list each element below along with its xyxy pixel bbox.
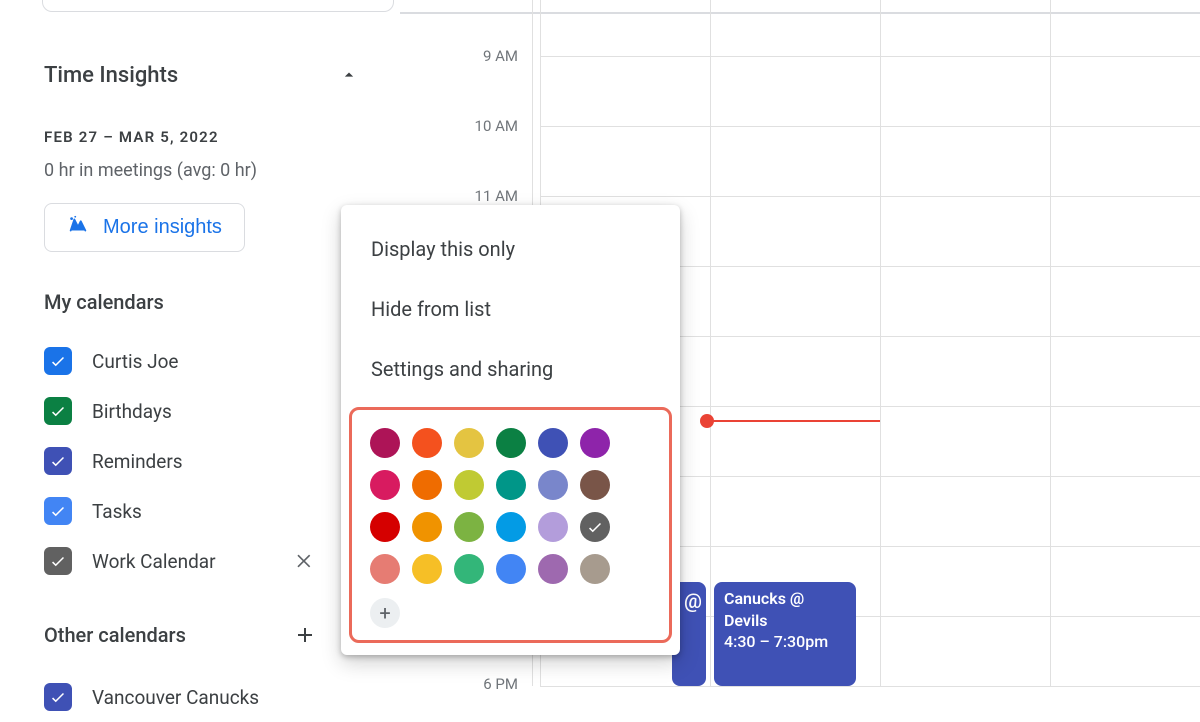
calendar-event[interactable]: Canucks @ Devils 4:30 – 7:30pm bbox=[714, 582, 856, 686]
color-swatch[interactable] bbox=[454, 512, 484, 542]
my-calendars-heading[interactable]: My calendars bbox=[44, 290, 370, 314]
current-time-indicator bbox=[706, 420, 880, 422]
color-swatch[interactable] bbox=[580, 512, 610, 542]
event-title: Canucks @ Devils bbox=[724, 588, 846, 631]
color-swatch[interactable] bbox=[412, 512, 442, 542]
calendar-checkbox[interactable] bbox=[44, 497, 72, 525]
calendar-label: Work Calendar bbox=[92, 550, 216, 573]
more-insights-label: More insights bbox=[103, 216, 222, 239]
sidebar: Time Insights FEB 27 – MAR 5, 2022 0 hr … bbox=[0, 0, 400, 686]
menu-item-display-only[interactable]: Display this only bbox=[341, 219, 680, 279]
color-swatch[interactable] bbox=[496, 470, 526, 500]
calendar-checkbox[interactable] bbox=[44, 683, 72, 711]
color-swatch[interactable] bbox=[580, 554, 610, 584]
time-label: 9 AM bbox=[483, 47, 518, 65]
color-swatch[interactable] bbox=[370, 512, 400, 542]
calendar-context-menu: Display this only Hide from list Setting… bbox=[341, 205, 680, 655]
calendar-checkbox[interactable] bbox=[44, 447, 72, 475]
calendar-checkbox[interactable] bbox=[44, 397, 72, 425]
time-label: 10 AM bbox=[475, 117, 518, 135]
calendar-label: Curtis Joe bbox=[92, 350, 179, 373]
color-swatch[interactable] bbox=[370, 470, 400, 500]
calendar-checkbox[interactable] bbox=[44, 347, 72, 375]
color-swatch[interactable] bbox=[580, 470, 610, 500]
time-label: 6 PM bbox=[483, 675, 518, 693]
calendar-row[interactable]: Birthdays bbox=[44, 386, 370, 436]
add-other-calendar-button[interactable] bbox=[290, 620, 320, 650]
calendar-row[interactable]: Reminders bbox=[44, 436, 370, 486]
time-insights-title: Time Insights bbox=[44, 63, 178, 88]
color-swatch[interactable] bbox=[454, 554, 484, 584]
add-custom-color-button[interactable]: + bbox=[370, 598, 400, 628]
color-swatch[interactable] bbox=[454, 428, 484, 458]
calendar-row[interactable]: Vancouver Canucks bbox=[44, 672, 370, 722]
color-swatch[interactable] bbox=[412, 428, 442, 458]
color-swatch[interactable] bbox=[538, 470, 568, 500]
color-swatch[interactable] bbox=[496, 428, 526, 458]
event-title-fragment: @ bbox=[684, 589, 702, 613]
calendar-label: Reminders bbox=[92, 450, 183, 473]
insights-date-range: FEB 27 – MAR 5, 2022 bbox=[44, 128, 370, 146]
color-swatch[interactable] bbox=[580, 428, 610, 458]
calendar-row[interactable]: Work Calendar bbox=[44, 536, 370, 586]
color-picker-highlight: + bbox=[349, 407, 672, 643]
menu-item-hide[interactable]: Hide from list bbox=[341, 279, 680, 339]
sparkle-icon bbox=[67, 214, 89, 241]
event-time: 4:30 – 7:30pm bbox=[724, 631, 846, 653]
color-swatch[interactable] bbox=[538, 428, 568, 458]
color-swatch[interactable] bbox=[496, 512, 526, 542]
color-swatch[interactable] bbox=[370, 428, 400, 458]
time-label: 11 AM bbox=[475, 187, 518, 205]
calendar-label: Birthdays bbox=[92, 400, 172, 423]
color-swatch[interactable] bbox=[538, 554, 568, 584]
other-calendars-list: Vancouver Canucks bbox=[44, 672, 370, 722]
color-swatch[interactable] bbox=[412, 554, 442, 584]
calendar-row[interactable]: Tasks bbox=[44, 486, 370, 536]
calendar-row[interactable]: Curtis Joe bbox=[44, 336, 370, 386]
color-picker-grid bbox=[370, 428, 651, 588]
color-swatch[interactable] bbox=[496, 554, 526, 584]
calendar-label: Tasks bbox=[92, 500, 142, 523]
menu-item-settings-sharing[interactable]: Settings and sharing bbox=[341, 339, 680, 399]
calendar-checkbox[interactable] bbox=[44, 547, 72, 575]
more-insights-button[interactable]: More insights bbox=[44, 203, 245, 252]
color-swatch[interactable] bbox=[412, 470, 442, 500]
time-insights-toggle[interactable]: Time Insights bbox=[44, 62, 370, 88]
color-swatch[interactable] bbox=[370, 554, 400, 584]
color-swatch[interactable] bbox=[538, 512, 568, 542]
chevron-up-icon bbox=[336, 62, 362, 88]
calendar-label: Vancouver Canucks bbox=[92, 686, 259, 709]
color-swatch[interactable] bbox=[454, 470, 484, 500]
other-calendars-heading[interactable]: Other calendars bbox=[44, 623, 186, 647]
insights-meetings-summary: 0 hr in meetings (avg: 0 hr) bbox=[44, 160, 370, 181]
mini-search-field[interactable] bbox=[42, 0, 394, 12]
current-time-indicator-dot bbox=[700, 414, 714, 428]
remove-calendar-icon[interactable] bbox=[290, 546, 320, 576]
my-calendars-list: Curtis Joe Birthdays Reminders Tasks Work Ca… bbox=[44, 336, 370, 586]
